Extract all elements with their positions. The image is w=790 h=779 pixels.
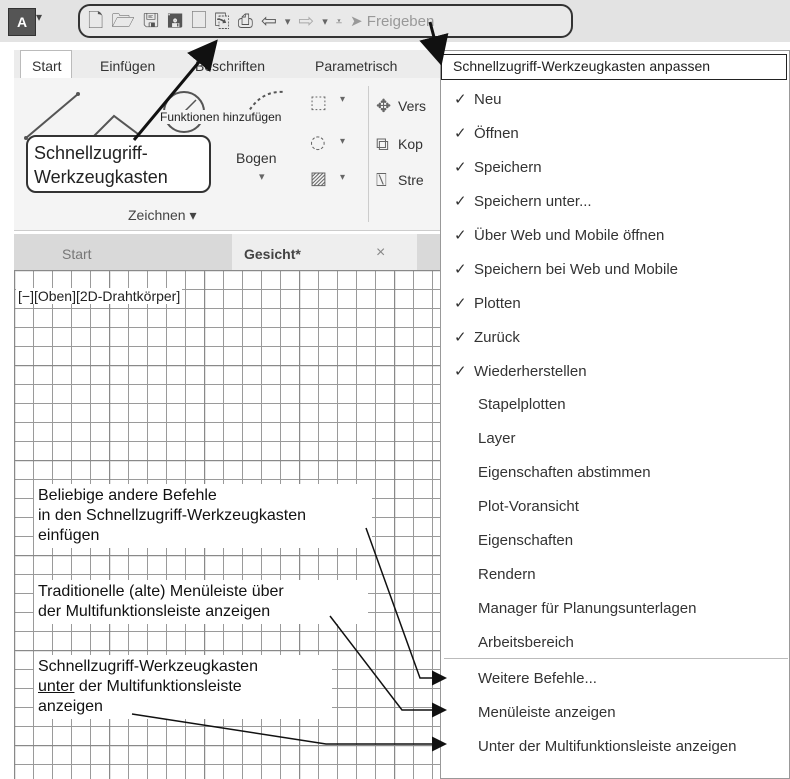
arrow-below-ribbon — [131, 713, 447, 752]
arrow-more-commands — [365, 527, 447, 686]
arrow-to-toolbar — [132, 39, 218, 141]
annotation-arrows — [131, 21, 449, 752]
arrow-to-menu — [419, 21, 449, 66]
arrow-show-menubar — [329, 615, 447, 718]
